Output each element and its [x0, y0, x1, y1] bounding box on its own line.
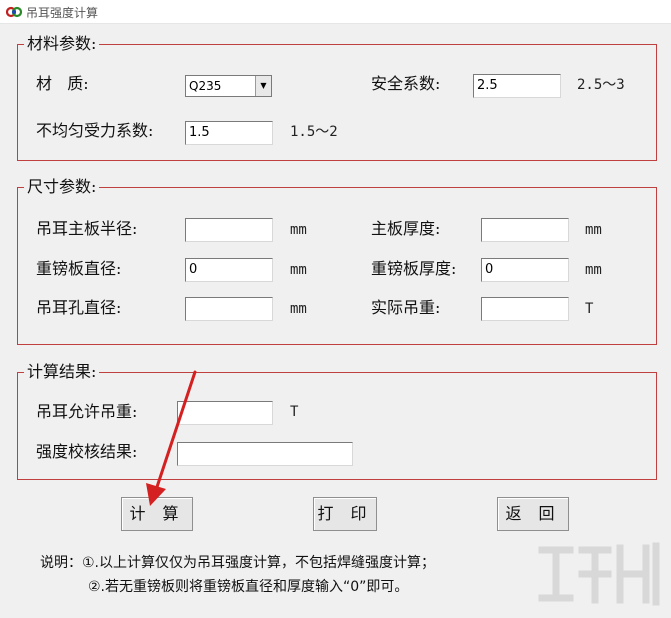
safety-factor-label: 安全系数: [371, 74, 441, 93]
main-plate-radius-label: 吊耳主板半径: [36, 219, 138, 238]
note-line-2: ②.若无重镑板则将重镑板直径和厚度输入“0”即可。 [88, 579, 409, 595]
chevron-down-icon[interactable]: ▼ [255, 76, 271, 96]
safety-factor-input[interactable]: 2.5 [473, 74, 561, 98]
cheek-plate-diameter-label: 重镑板直径: [36, 259, 122, 278]
actual-load-input[interactable] [481, 297, 569, 321]
group-title: 材料参数: [24, 33, 100, 55]
strength-check-output[interactable] [177, 442, 353, 466]
cheek-plate-diameter-unit: mm [290, 262, 307, 278]
hole-diameter-unit: mm [290, 301, 307, 317]
actual-load-label: 实际吊重: [371, 298, 441, 317]
uneven-factor-input[interactable]: 1.5 [185, 121, 273, 145]
uneven-factor-range: 1.5～2 [290, 124, 338, 140]
cheek-plate-thickness-unit: mm [585, 262, 602, 278]
material-select[interactable]: Q235 ▼ [185, 75, 272, 97]
calculate-button[interactable]: 计 算 [121, 497, 193, 531]
hole-diameter-label: 吊耳孔直径: [36, 298, 122, 317]
group-title: 计算结果: [24, 361, 100, 383]
safety-factor-range: 2.5～3 [577, 77, 625, 93]
main-plate-thickness-input[interactable] [481, 218, 569, 242]
main-plate-thickness-label: 主板厚度: [371, 219, 441, 238]
print-button[interactable]: 打 印 [313, 497, 377, 531]
uneven-factor-label: 不均匀受力系数: [36, 121, 154, 140]
cheek-plate-diameter-input[interactable]: 0 [185, 258, 273, 282]
material-label: 材 质: [36, 74, 89, 93]
hole-diameter-input[interactable] [185, 297, 273, 321]
watermark-logo-icon [538, 542, 660, 606]
window-title: 吊耳强度计算 [26, 6, 99, 20]
cheek-plate-thickness-input[interactable]: 0 [481, 258, 569, 282]
group-title: 尺寸参数: [24, 176, 100, 198]
app-logo-icon [6, 6, 22, 18]
note-line-1: 说明：①.以上计算仅仅为吊耳强度计算，不包括焊缝强度计算； [40, 555, 435, 571]
actual-load-unit: T [585, 301, 594, 317]
material-select-value: Q235 [189, 79, 222, 93]
allowed-load-label: 吊耳允许吊重: [36, 402, 138, 421]
title-bar: 吊耳强度计算 [0, 0, 671, 24]
main-plate-radius-unit: mm [290, 222, 307, 238]
main-plate-radius-input[interactable] [185, 218, 273, 242]
strength-check-label: 强度校核结果: [36, 442, 138, 461]
back-button[interactable]: 返 回 [497, 497, 569, 531]
allowed-load-unit: T [290, 404, 299, 420]
allowed-load-output[interactable] [177, 401, 273, 425]
cheek-plate-thickness-label: 重镑板厚度: [371, 259, 457, 278]
material-params-group: 材料参数: [17, 33, 657, 161]
dialog-client-area: 材料参数: 材 质: Q235 ▼ 安全系数: 2.5 2.5～3 不均匀受力系… [0, 24, 671, 618]
main-plate-thickness-unit: mm [585, 222, 602, 238]
